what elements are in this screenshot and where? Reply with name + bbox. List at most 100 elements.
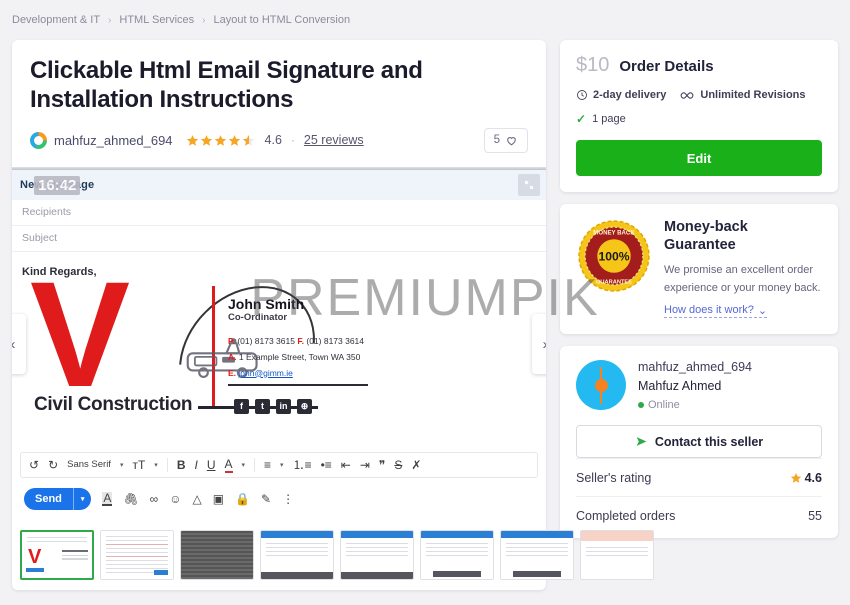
breadcrumb-item-3[interactable]: Layout to HTML Conversion [214, 14, 351, 26]
quote-button[interactable]: ❞ [379, 458, 385, 472]
order-features: 2-day delivery Unlimited Revisions [576, 89, 822, 101]
text-color-button[interactable]: A [224, 457, 233, 473]
star-icon [790, 473, 801, 483]
company-name: Civil Construction [34, 393, 193, 415]
favorite-count: 5 [493, 134, 500, 147]
editor-format-toolbar: ↺ ↻ Sans Serif ▾ тT ▾ B I U A ▾ ≡ ▾ ⒈≡ •… [20, 451, 538, 478]
star-half-icon [242, 134, 254, 146]
breadcrumb-item-1[interactable]: Development & IT [12, 14, 100, 26]
recipients-field[interactable]: Recipients [12, 200, 546, 226]
bullet-list-icon[interactable]: •≡ [321, 458, 332, 472]
signature-social-icons: f t in ⊕ [234, 398, 312, 414]
signature-person-name: John Smith [228, 295, 305, 312]
google-drive-icon[interactable]: △ [193, 493, 202, 505]
gig-preview-carousel: ‹ › New Message 16:42 [12, 166, 546, 522]
seller-card: mahfuz_ahmed_694 Mahfuz Ahmed Online Con… [560, 346, 838, 539]
seller-rating-value-group: 4.6 [790, 471, 822, 485]
underline-button[interactable]: U [207, 458, 216, 472]
carousel-next-button[interactable]: › [532, 314, 546, 375]
contact-seller-button[interactable]: Contact this seller [576, 425, 822, 459]
chevron-down-icon: ▾ [241, 461, 246, 469]
status-badge: Online [638, 399, 752, 411]
fax-label: F. [297, 335, 304, 346]
remove-format-icon[interactable]: ✗ [411, 458, 421, 472]
infinity-icon [681, 91, 694, 99]
heart-icon [507, 136, 516, 146]
address-label: A. [228, 351, 237, 362]
send-plane-icon [636, 437, 647, 446]
chevron-left-icon: ‹ [12, 337, 16, 352]
seller-rating-row: Seller's rating 4.6 [576, 458, 822, 496]
undo-button[interactable]: ↺ [29, 458, 39, 472]
favorite-button[interactable]: 5 [483, 127, 528, 153]
subject-field[interactable]: Subject [12, 226, 546, 252]
thumb-code-dark[interactable] [180, 529, 254, 580]
rating-value: 4.6 [264, 133, 282, 148]
thumb-webpage-2[interactable] [340, 529, 414, 580]
thumb-webpage-4[interactable] [500, 529, 574, 580]
compose-window-header: New Message 16:42 [12, 169, 546, 200]
how-does-it-work-label: How does it work? [664, 304, 754, 317]
format-text-icon[interactable]: A [102, 491, 113, 506]
reviews-link[interactable]: 25 reviews [304, 133, 364, 147]
indent-less-icon[interactable]: ⇤ [341, 458, 351, 472]
seller-username[interactable]: mahfuz_ahmed_694 [638, 360, 752, 374]
send-button[interactable]: Send ▾ [24, 487, 92, 510]
email-value[interactable]: john@gimm.ie [238, 368, 292, 378]
redo-button[interactable]: ↻ [48, 458, 58, 472]
edit-button[interactable]: Edit [576, 140, 822, 176]
page-title: Clickable Html Email Signature and Insta… [30, 57, 423, 114]
breadcrumb: Development & IT › HTML Services › Layou… [12, 14, 350, 26]
signature-address-line: A. 1 Example Street, Town WA 350 [228, 352, 360, 362]
linkedin-icon[interactable]: in [276, 398, 291, 414]
contact-seller-label: Contact this seller [654, 434, 764, 449]
facebook-icon[interactable]: f [234, 398, 249, 414]
thumb-signature-preview[interactable]: V [20, 529, 94, 580]
breadcrumb-separator-icon: › [202, 14, 206, 26]
font-size-icon[interactable]: тT [132, 458, 145, 472]
delivery-feature: 2-day delivery [576, 89, 666, 101]
carousel-prev-button[interactable]: ‹ [12, 314, 26, 375]
seller-username[interactable]: mahfuz_ahmed_694 [54, 133, 173, 148]
more-options-icon[interactable]: ⋮ [282, 493, 294, 505]
chevron-down-icon: ▾ [154, 461, 158, 469]
thumb-webpage-peach[interactable] [580, 529, 654, 580]
expand-icon[interactable] [518, 173, 540, 196]
order-details-title: Order Details [619, 58, 714, 75]
signature-email-line: E. john@gimm.ie [228, 368, 293, 378]
clock-overlay-time: 16:42 [34, 175, 81, 195]
globe-icon[interactable]: ⊕ [297, 398, 312, 414]
confidential-mode-icon[interactable]: 🔒 [235, 493, 250, 505]
send-options-caret-icon[interactable]: ▾ [74, 495, 92, 503]
content-columns: Clickable Html Email Signature and Insta… [12, 40, 838, 590]
thumb-webpage-1[interactable] [260, 529, 334, 580]
numbered-list-icon[interactable]: ⒈≡ [293, 456, 312, 473]
delivery-label: 2-day delivery [593, 89, 667, 101]
insert-link-icon[interactable]: ∞ [150, 493, 159, 505]
editor-action-bar: Send ▾ A 🖇 ∞ ☺ △ ▣ 🔒 ✎ ⋮ [12, 478, 546, 522]
email-body[interactable]: Kind Regards, V Civil Construction John … [12, 252, 546, 449]
bold-button[interactable]: B [177, 458, 186, 472]
font-family-select[interactable]: Sans Serif [67, 459, 111, 470]
order-details-card: $10 Order Details 2-day delivery Unlimit… [560, 40, 838, 192]
italic-button[interactable]: I [194, 458, 197, 472]
send-label: Send [35, 492, 62, 505]
preview-thumbnail-strip: V [12, 522, 654, 590]
toolbar-divider [254, 457, 256, 472]
align-icon[interactable]: ≡ [264, 458, 271, 472]
thumb-document-text[interactable] [100, 529, 174, 580]
status-label: Online [648, 399, 680, 412]
insert-photo-icon[interactable]: ▣ [213, 493, 224, 505]
strikethrough-button[interactable]: S [394, 458, 402, 472]
breadcrumb-item-2[interactable]: HTML Services [119, 14, 194, 26]
attach-file-icon[interactable]: 🖇 [123, 493, 138, 505]
signature-pen-icon[interactable]: ✎ [261, 493, 271, 505]
fax-value: (01) 8173 3614 [306, 335, 365, 346]
completed-orders-label: Completed orders [576, 509, 676, 524]
thumb-webpage-3[interactable] [420, 529, 494, 580]
indent-more-icon[interactable]: ⇥ [360, 458, 370, 472]
how-does-it-work-link[interactable]: How does it work? ⌄ [664, 304, 768, 318]
insert-emoji-icon[interactable]: ☺ [169, 493, 181, 505]
twitter-icon[interactable]: t [255, 398, 270, 414]
signature-phone-line: P. (01) 8173 3615 F. (01) 8173 3614 [228, 336, 364, 346]
